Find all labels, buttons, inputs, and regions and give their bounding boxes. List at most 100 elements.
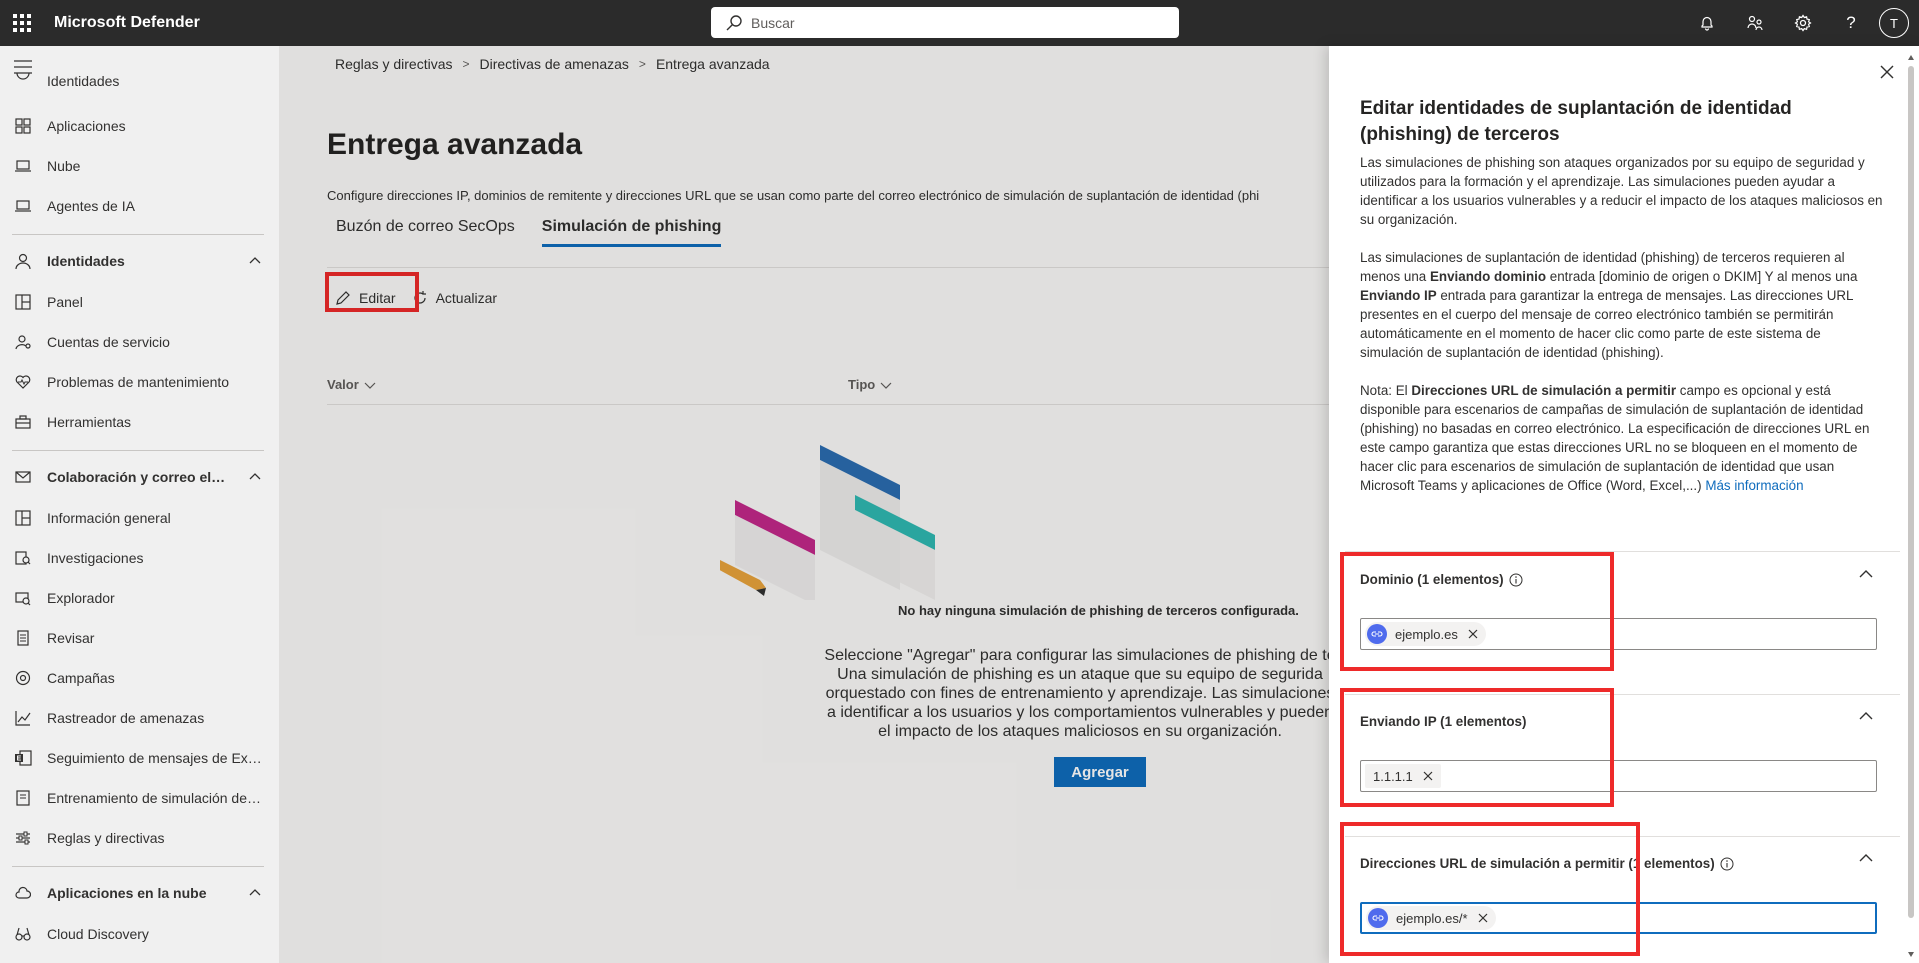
- panel-description: Las simulaciones de phishing son ataques…: [1360, 153, 1885, 514]
- sidebar-section-aplicaciones-nube[interactable]: Aplicaciones en la nube: [0, 873, 279, 913]
- sidebar-item-reglas-directivas[interactable]: Reglas y directivas: [0, 818, 279, 858]
- sidebar-item-label: Herramientas: [47, 414, 132, 430]
- cloud-monitor-icon: [14, 157, 32, 175]
- sidebar-item-label: Aplicaciones: [47, 118, 126, 134]
- chevron-up-icon: [249, 257, 261, 264]
- sidebar-item-identidades-partial[interactable]: Identidades: [0, 66, 279, 96]
- panel-paragraph: Nota: El Direcciones URL de simulación a…: [1360, 383, 1870, 493]
- sidebar-item-label: Explorador: [47, 590, 115, 606]
- cloud-icon: [14, 884, 32, 902]
- sidebar-item-rastreador-amenazas[interactable]: Rastreador de amenazas: [0, 698, 279, 738]
- sidebar-item-aplicaciones[interactable]: Aplicaciones: [0, 106, 279, 146]
- training-icon: [14, 789, 32, 807]
- sidebar-section-label: Identidades: [47, 253, 125, 269]
- sidebar-item-label: Agentes de IA: [47, 198, 135, 214]
- sidebar-section-identidades[interactable]: Identidades: [0, 241, 279, 281]
- sidebar-item-herramientas[interactable]: Herramientas: [0, 402, 279, 442]
- toolbox-icon: [14, 413, 32, 431]
- sidebar-item-explorador[interactable]: Explorador: [0, 578, 279, 618]
- sidebar-section-label: Aplicaciones en la nube: [47, 885, 207, 901]
- chevron-up-icon[interactable]: [1858, 566, 1874, 582]
- sidebar-section-colaboracion[interactable]: Colaboración y correo electrónico: [0, 457, 279, 497]
- sidebar-item-agentes-ia[interactable]: Agentes de IA: [0, 186, 279, 226]
- dashboard-icon: [14, 293, 32, 311]
- sidebar-item-seguimiento-mensajes[interactable]: E Seguimiento de mensajes de Exchange: [0, 738, 279, 778]
- panel-scrollbar[interactable]: [1908, 66, 1914, 918]
- notifications-button[interactable]: [1683, 0, 1731, 46]
- ip-highlight-box: [1340, 688, 1614, 807]
- waffle-icon: [13, 14, 31, 32]
- top-bar-actions: ? T: [1683, 0, 1919, 46]
- sidebar-item-investigaciones[interactable]: Investigaciones: [0, 538, 279, 578]
- users-icon: [14, 72, 32, 90]
- chevron-up-icon[interactable]: [1858, 708, 1874, 724]
- close-button[interactable]: [1875, 60, 1899, 84]
- sidebar: Identidades Aplicaciones Nube Agentes de…: [0, 46, 279, 963]
- target-icon: [14, 669, 32, 687]
- sidebar-item-cuentas-servicio[interactable]: Cuentas de servicio: [0, 322, 279, 362]
- sidebar-item-problemas-mantenimiento[interactable]: Problemas de mantenimiento: [0, 362, 279, 402]
- sidebar-divider: [12, 234, 264, 235]
- search-icon: [726, 14, 742, 30]
- sidebar-item-label: Problemas de mantenimiento: [47, 374, 230, 390]
- sidebar-item-label: Cuentas de servicio: [47, 334, 170, 350]
- sidebar-divider: [12, 450, 264, 451]
- sidebar-divider: [12, 866, 264, 867]
- sidebar-item-entrenamiento-simulacion[interactable]: Entrenamiento de simulación de ataques: [0, 778, 279, 818]
- sidebar-item-label: Panel: [47, 294, 83, 310]
- settings-button[interactable]: [1779, 0, 1827, 46]
- domain-highlight-box: [1340, 552, 1614, 671]
- sidebar-item-campanas[interactable]: Campañas: [0, 658, 279, 698]
- search-input[interactable]: [751, 14, 1151, 31]
- sidebar-item-label: Cloud Discovery: [47, 926, 149, 942]
- sidebar-item-label: Nube: [47, 158, 81, 174]
- binoculars-icon: [14, 925, 32, 943]
- app-launcher-button[interactable]: [0, 0, 44, 46]
- sidebar-item-revisar[interactable]: Revisar: [0, 618, 279, 658]
- avatar[interactable]: T: [1879, 8, 1909, 38]
- more-info-link[interactable]: Más información: [1705, 478, 1803, 493]
- close-icon: [1880, 65, 1894, 79]
- scroll-down-icon[interactable]: [1907, 950, 1915, 958]
- community-button[interactable]: [1731, 0, 1779, 46]
- heart-pulse-icon: [14, 373, 32, 391]
- top-bar: Microsoft Defender ? T: [0, 0, 1919, 46]
- sidebar-item-label: Entrenamiento de simulación de ataques: [47, 790, 262, 806]
- chevron-up-icon: [249, 473, 261, 480]
- sidebar-item-label: Revisar: [47, 630, 95, 646]
- sidebar-item-informacion-general[interactable]: Información general: [0, 498, 279, 538]
- explorer-icon: [14, 589, 32, 607]
- exchange-icon: E: [14, 749, 32, 767]
- bell-icon: [1701, 16, 1713, 31]
- scroll-up-icon[interactable]: [1907, 54, 1915, 62]
- app-title[interactable]: Microsoft Defender: [54, 14, 200, 32]
- service-account-icon: [14, 333, 32, 351]
- sidebar-section-label: Colaboración y correo electrónico: [47, 469, 232, 485]
- sidebar-item-nube[interactable]: Nube: [0, 146, 279, 186]
- grid-icon: [14, 509, 32, 527]
- sidebar-item-panel[interactable]: Panel: [0, 282, 279, 322]
- chevron-up-icon[interactable]: [1858, 850, 1874, 866]
- info-icon[interactable]: [1720, 857, 1734, 871]
- mail-icon: [14, 468, 32, 486]
- url-highlight-box: [1340, 822, 1640, 956]
- help-button[interactable]: ?: [1827, 0, 1875, 46]
- apps-icon: [14, 117, 32, 135]
- sliders-icon: [14, 829, 32, 847]
- sidebar-item-label: Campañas: [47, 670, 115, 686]
- chevron-up-icon: [249, 889, 261, 896]
- search-box[interactable]: [711, 7, 1179, 38]
- edit-panel: Editar identidades de suplantación de id…: [1329, 46, 1919, 963]
- sidebar-item-label: Investigaciones: [47, 550, 144, 566]
- sidebar-item-label: Identidades: [47, 73, 120, 89]
- question-icon: ?: [1846, 13, 1856, 32]
- investigation-icon: [14, 549, 32, 567]
- sidebar-item-cloud-discovery[interactable]: Cloud Discovery: [0, 914, 279, 954]
- panel-title: Editar identidades de suplantación de id…: [1360, 98, 1792, 145]
- gear-icon: [1794, 14, 1812, 32]
- panel-overlay[interactable]: [279, 46, 1329, 963]
- person-icon: [14, 252, 32, 270]
- sidebar-item-label: Reglas y directivas: [47, 830, 165, 846]
- chart-icon: [14, 709, 32, 727]
- network-icon: [1747, 15, 1763, 31]
